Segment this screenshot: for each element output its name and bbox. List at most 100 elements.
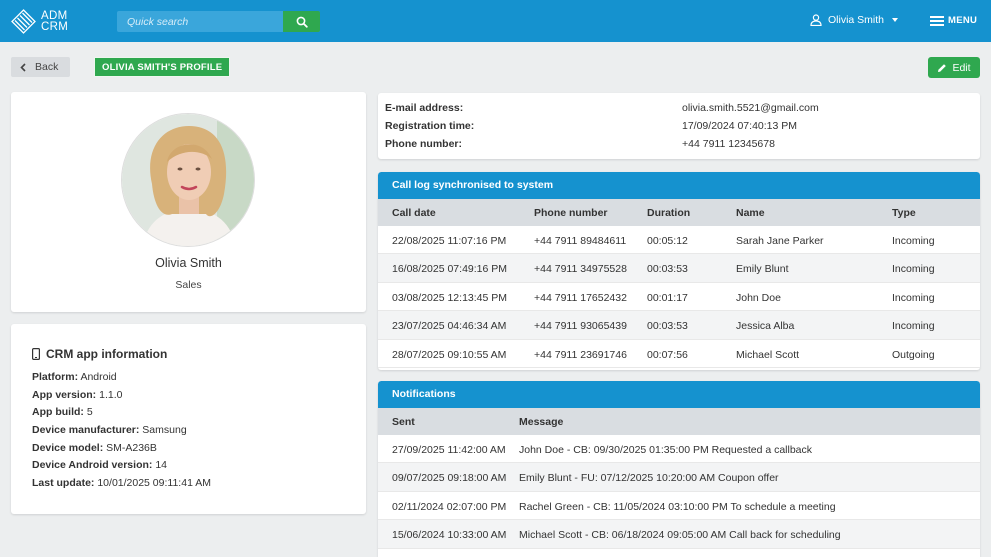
search-input[interactable] <box>117 11 283 32</box>
call-duration: 00:03:53 <box>647 320 688 333</box>
app-info-key: Platform: <box>32 371 79 383</box>
call-type: Outgoing <box>892 348 935 361</box>
col-name[interactable]: Name <box>736 207 765 219</box>
menu-label: MENU <box>948 15 978 26</box>
col-phone-number[interactable]: Phone number <box>534 207 608 219</box>
phone-label: Phone number: <box>385 138 463 150</box>
app-info-row: Last update: 10/01/2025 09:11:41 AM <box>32 477 211 495</box>
chevron-left-icon <box>20 62 26 72</box>
col-message[interactable]: Message <box>519 416 563 428</box>
app-info-value: 1.1.0 <box>99 388 123 401</box>
back-button[interactable]: Back <box>11 57 70 77</box>
app-info-key: Device Android version: <box>32 459 153 472</box>
registration-value: 17/09/2024 07:40:13 PM <box>682 120 798 132</box>
table-row[interactable]: 22/08/2025 11:07:16 PM +44 7911 89484611… <box>378 226 980 255</box>
call-name: Jessica Alba <box>736 320 795 333</box>
app-info-value: Samsung <box>142 424 187 437</box>
app-info-value: 14 <box>155 459 168 472</box>
col-sent[interactable]: Sent <box>392 416 415 428</box>
call-type: Incoming <box>892 320 935 333</box>
notification-sent: 09/07/2025 09:18:00 AM <box>392 472 507 485</box>
call-duration: 00:05:12 <box>647 235 688 247</box>
app-info-value: Android <box>80 371 117 383</box>
notifications-body: 27/09/2025 11:42:00 AM John Doe - CB: 09… <box>378 435 980 549</box>
call-log-title: Call log synchronised to system <box>378 172 980 199</box>
call-phone: +44 7911 34975528 <box>534 263 627 276</box>
table-row[interactable]: 09/07/2025 09:18:00 AM Emily Blunt - FU:… <box>378 463 980 492</box>
call-phone: +44 7911 17652432 <box>534 291 627 304</box>
app-info-title: CRM app information <box>32 347 167 361</box>
app-info-row: Device manufacturer: Samsung <box>32 424 211 442</box>
table-row[interactable]: 03/08/2025 12:13:45 PM +44 7911 17652432… <box>378 283 980 312</box>
call-log-panel: Call log synchronised to system Call dat… <box>378 172 980 370</box>
notifications-panel: Notifications Sent Message 27/09/2025 11… <box>378 381 980 557</box>
col-call-date[interactable]: Call date <box>392 207 436 219</box>
email-label: E-mail address: <box>385 102 464 114</box>
logo-text: ADM CRM <box>41 10 69 33</box>
call-phone: +44 7911 23691746 <box>534 348 627 361</box>
app-info-list: Platform: Android App version: 1.1.0 App… <box>32 371 211 495</box>
call-date: 23/07/2025 04:46:34 AM <box>392 320 507 333</box>
back-label: Back <box>35 61 59 73</box>
search-button[interactable] <box>283 11 320 32</box>
menu-button[interactable]: MENU <box>930 15 977 26</box>
call-duration: 00:07:56 <box>647 348 688 361</box>
app-info-key: Device manufacturer: <box>32 424 140 437</box>
col-type[interactable]: Type <box>892 207 916 219</box>
call-type: Incoming <box>892 263 935 276</box>
app-info-value: 5 <box>86 406 93 419</box>
user-name: Olivia Smith <box>828 14 885 26</box>
app-info-row: App build: 5 <box>32 406 211 424</box>
phone-row: Phone number: +44 7911 12345678 <box>385 138 975 156</box>
app-info-row: App version: 1.1.0 <box>32 389 211 407</box>
phone-value: +44 7911 12345678 <box>682 138 775 150</box>
contact-card: E-mail address: olivia.smith.5521@gmail.… <box>378 93 980 159</box>
call-duration: 00:03:53 <box>647 263 688 276</box>
quick-search <box>117 11 320 32</box>
table-row[interactable]: 28/07/2025 09:10:55 AM +44 7911 23691746… <box>378 340 980 368</box>
app-info-card: CRM app information Platform: Android Ap… <box>11 324 366 514</box>
avatar <box>121 113 255 247</box>
profile-title: OLIVIA SMITH'S PROFILE <box>94 57 231 77</box>
app-info-row: Platform: Android <box>32 371 211 389</box>
call-type: Incoming <box>892 291 935 304</box>
call-phone: +44 7911 89484611 <box>534 235 627 247</box>
notification-message: Michael Scott - CB: 06/18/2024 09:05:00 … <box>519 529 841 542</box>
notification-sent: 27/09/2025 11:42:00 AM <box>392 444 506 456</box>
email-row: E-mail address: olivia.smith.5521@gmail.… <box>385 102 975 120</box>
logo-line2: CRM <box>41 20 69 33</box>
app-logo[interactable]: ADM CRM <box>11 9 68 34</box>
table-row[interactable]: 23/07/2025 04:46:34 AM +44 7911 93065439… <box>378 311 980 340</box>
notification-message: Rachel Green - CB: 11/05/2024 03:10:00 P… <box>519 500 836 513</box>
app-info-value: 10/01/2025 09:11:41 AM <box>97 477 211 490</box>
profile-role: Sales <box>175 279 202 291</box>
registration-label: Registration time: <box>385 120 475 132</box>
notification-message: John Doe - CB: 09/30/2025 01:35:00 PM Re… <box>519 444 813 456</box>
notification-sent: 02/11/2024 02:07:00 PM <box>392 500 507 513</box>
call-name: Michael Scott <box>736 348 800 361</box>
edit-button[interactable]: Edit <box>928 57 980 78</box>
profile-photo <box>122 114 254 246</box>
call-name: Emily Blunt <box>736 263 789 276</box>
call-log-body: 22/08/2025 11:07:16 PM +44 7911 89484611… <box>378 226 980 368</box>
pencil-icon <box>938 63 947 72</box>
edit-label: Edit <box>952 61 971 74</box>
app-info-key: Last update: <box>32 477 95 490</box>
call-phone: +44 7911 93065439 <box>534 320 627 333</box>
logo-icon <box>11 9 36 34</box>
user-menu[interactable]: Olivia Smith <box>810 14 899 26</box>
call-date: 28/07/2025 09:10:55 AM <box>392 348 507 361</box>
col-duration[interactable]: Duration <box>647 207 690 219</box>
table-row[interactable]: 16/08/2025 07:49:16 PM +44 7911 34975528… <box>378 254 980 283</box>
call-name: Sarah Jane Parker <box>736 235 824 247</box>
profile-card: Olivia Smith Sales <box>11 92 366 312</box>
app-info-key: Device model: <box>32 441 104 454</box>
table-row[interactable]: 02/11/2024 02:07:00 PM Rachel Green - CB… <box>378 492 980 521</box>
app-info-title-text: CRM app information <box>46 347 168 361</box>
call-date: 22/08/2025 11:07:16 PM <box>392 235 507 247</box>
app-info-key: App build: <box>32 406 84 419</box>
call-date: 16/08/2025 07:49:16 PM <box>392 263 508 276</box>
app-info-key: App version: <box>32 388 97 401</box>
table-row[interactable]: 27/09/2025 11:42:00 AM John Doe - CB: 09… <box>378 435 980 464</box>
table-row[interactable]: 15/06/2024 10:33:00 AM Michael Scott - C… <box>378 520 980 549</box>
